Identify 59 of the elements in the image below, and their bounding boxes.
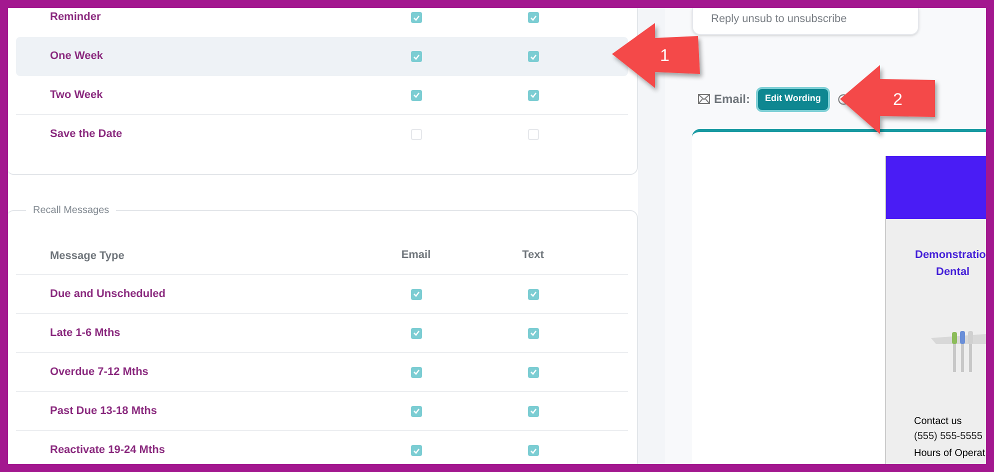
checkbox[interactable] bbox=[410, 129, 422, 140]
checkbox[interactable] bbox=[528, 90, 538, 100]
message-type-label: Late 1-6 Mths bbox=[50, 326, 122, 341]
checkbox[interactable] bbox=[528, 406, 538, 416]
checkbox[interactable] bbox=[410, 51, 422, 62]
checkbox[interactable] bbox=[410, 445, 422, 456]
checkmark-icon bbox=[412, 92, 420, 98]
edit-wording-button[interactable]: Edit Wording bbox=[758, 88, 828, 110]
checkbox[interactable] bbox=[410, 288, 422, 300]
checkmark-icon bbox=[412, 330, 420, 336]
callout-number: 1 bbox=[660, 46, 670, 65]
checkmark-icon bbox=[530, 408, 536, 414]
checkbox[interactable] bbox=[410, 406, 422, 416]
checkmark-icon bbox=[412, 448, 420, 454]
message-type-label: Reminder bbox=[50, 10, 102, 26]
checkmark-icon bbox=[530, 14, 536, 20]
column-header: Email bbox=[401, 248, 431, 263]
message-type-label: Reactivate 19-24 Mths bbox=[50, 443, 166, 458]
message-type-label: Two Week bbox=[50, 88, 104, 103]
practice-name: Dental bbox=[936, 264, 970, 280]
hours-heading: Hours of Operat bbox=[914, 447, 986, 461]
checkbox[interactable] bbox=[528, 328, 538, 338]
checkmark-icon bbox=[412, 14, 420, 20]
phone-number: (555) 555-5555 bbox=[914, 430, 982, 444]
message-type-label: Save the Date bbox=[50, 127, 124, 142]
checkbox[interactable] bbox=[528, 288, 538, 300]
checkbox[interactable] bbox=[410, 90, 422, 100]
checkmark-icon bbox=[530, 448, 536, 454]
checkmark-icon bbox=[412, 54, 420, 60]
checkmark-icon bbox=[530, 330, 536, 336]
checkbox[interactable] bbox=[528, 445, 538, 456]
callout-number: 2 bbox=[893, 90, 902, 109]
message-text: Reply unsub to unsubscribe bbox=[711, 12, 847, 27]
checkbox[interactable] bbox=[528, 51, 538, 62]
column-header: Message Type bbox=[50, 250, 124, 262]
checkmark-icon bbox=[530, 54, 536, 60]
message-type-label: Overdue 7-12 Mths bbox=[50, 364, 150, 380]
checkbox[interactable] bbox=[528, 366, 538, 378]
checkbox[interactable] bbox=[410, 366, 422, 378]
mail-icon bbox=[698, 94, 710, 104]
checkmark-icon bbox=[530, 92, 536, 98]
checkmark-icon bbox=[412, 408, 420, 414]
message-type-label: Due and Unscheduled bbox=[50, 286, 167, 302]
checkbox[interactable] bbox=[528, 129, 538, 140]
checkbox[interactable] bbox=[410, 328, 422, 338]
checkmark-icon bbox=[412, 369, 420, 375]
contact-heading: Contact us bbox=[914, 415, 962, 429]
column-header: Text bbox=[522, 248, 544, 263]
checkmark-icon bbox=[530, 369, 536, 375]
checkbox[interactable] bbox=[410, 12, 422, 23]
section-legend: Recall Messages bbox=[26, 203, 116, 218]
practice-name: Demonstratio bbox=[915, 248, 986, 263]
checkmark-icon bbox=[412, 291, 420, 297]
message-type-label: One Week bbox=[50, 49, 104, 64]
table-row-highlight[interactable]: One Week bbox=[16, 37, 628, 76]
message-type-label: Past Due 13-18 Mths bbox=[50, 404, 158, 419]
checkbox[interactable] bbox=[528, 12, 538, 23]
email-label: Email: bbox=[714, 91, 750, 108]
checkmark-icon bbox=[530, 291, 536, 297]
